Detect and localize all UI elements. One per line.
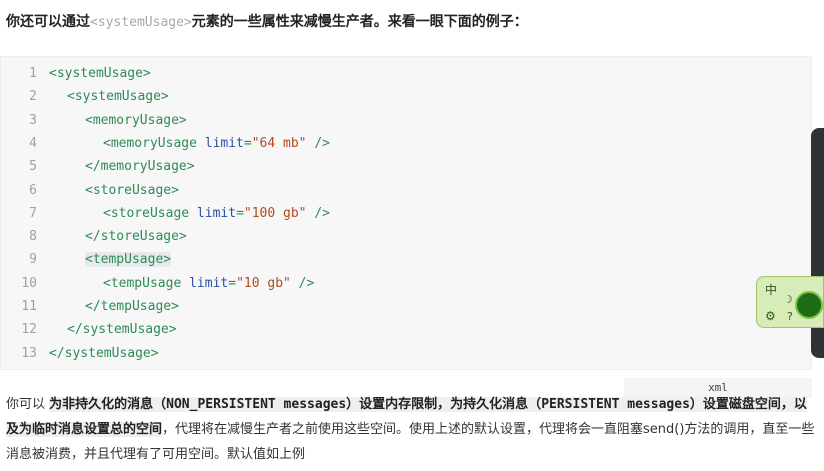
intro-code: <systemUsage>: [90, 15, 192, 30]
para-hl-1: 为非持久化的消息（: [49, 397, 167, 412]
intro-text: 你还可以通过<systemUsage>元素的一些属性来减慢生产者。来看一眼下面的…: [6, 10, 818, 35]
line-number: 4: [29, 135, 37, 151]
code-line: 10 <tempUsage limit="10 gb" />: [1, 272, 314, 295]
line-number: 9: [29, 252, 37, 268]
ime-toolbar[interactable]: 中 ☽ ⚙ ?: [756, 276, 824, 328]
intro-after: 元素的一些属性来减慢生产者。来看一眼下面的例子：: [191, 14, 528, 30]
line-number: 5: [29, 159, 37, 175]
line-number: 1: [29, 66, 37, 81]
intro-before: 你还可以通过: [6, 14, 90, 30]
code-text: <memoryUsage limit="64 mb" />: [103, 135, 330, 151]
description-paragraph: 你可以 为非持久化的消息（NON_PERSISTENT messages）设置内…: [6, 392, 818, 467]
code-line: 11 </tempUsage>: [1, 295, 179, 318]
ime-chinese-mode-icon[interactable]: 中: [765, 281, 777, 298]
code-line: 13 </systemUsage>: [1, 342, 159, 365]
code-line: 12 </systemUsage>: [1, 318, 177, 341]
line-number: 3: [29, 112, 37, 128]
code-line: 5 </memoryUsage>: [1, 155, 195, 178]
code-text: <systemUsage>: [49, 66, 151, 81]
code-text: <memoryUsage>: [85, 112, 187, 128]
code-line: 7 <storeUsage limit="100 gb" />: [1, 202, 330, 225]
para-lead: 你可以: [6, 397, 50, 412]
code-text: </systemUsage>: [49, 345, 159, 361]
line-number: 8: [29, 229, 37, 245]
line-number: 10: [21, 275, 37, 291]
code-line: 4 <memoryUsage limit="64 mb" />: [1, 132, 330, 155]
line-number: 12: [21, 322, 37, 338]
line-number: 2: [29, 89, 37, 105]
code-line: 2 <systemUsage>: [1, 85, 169, 108]
code-text: <tempUsage limit="10 gb" />: [103, 275, 315, 291]
gear-icon[interactable]: ⚙: [765, 309, 776, 323]
code-line: 8 </storeUsage>: [1, 225, 187, 248]
code-text: <tempUsage>: [85, 252, 172, 268]
code-text: </memoryUsage>: [85, 159, 195, 175]
code-block: 1 <systemUsage> 2 <systemUsage> 3 <memoryUsag…: [0, 56, 812, 370]
code-text: <storeUsage limit="100 gb" />: [103, 205, 330, 221]
code-text: </systemUsage>: [67, 322, 177, 338]
help-icon[interactable]: ?: [787, 310, 793, 323]
code-line: 6 <storeUsage>: [1, 179, 179, 202]
para-hl-code-1: NON_PERSISTENT messages: [166, 397, 347, 412]
line-number: 13: [21, 345, 37, 361]
line-number: 11: [21, 299, 37, 314]
code-text: </storeUsage>: [85, 229, 187, 245]
code-line: 3 <memoryUsage>: [1, 109, 187, 132]
line-number: 6: [29, 182, 37, 198]
para-hl-code-2: PERSISTENT messages: [541, 397, 690, 412]
para-hl-2: ）设置内存限制，为持久化消息（: [346, 397, 542, 412]
code-text: <systemUsage>: [67, 89, 169, 105]
ime-moon-icon[interactable]: ☽: [783, 293, 793, 306]
line-number: 7: [29, 205, 37, 221]
code-text: <storeUsage>: [85, 182, 179, 198]
code-line: 9 <tempUsage>: [1, 248, 172, 271]
code-text: </tempUsage>: [85, 299, 179, 314]
code-line: 1 <systemUsage>: [1, 62, 151, 85]
ime-ball-icon[interactable]: [795, 291, 823, 319]
